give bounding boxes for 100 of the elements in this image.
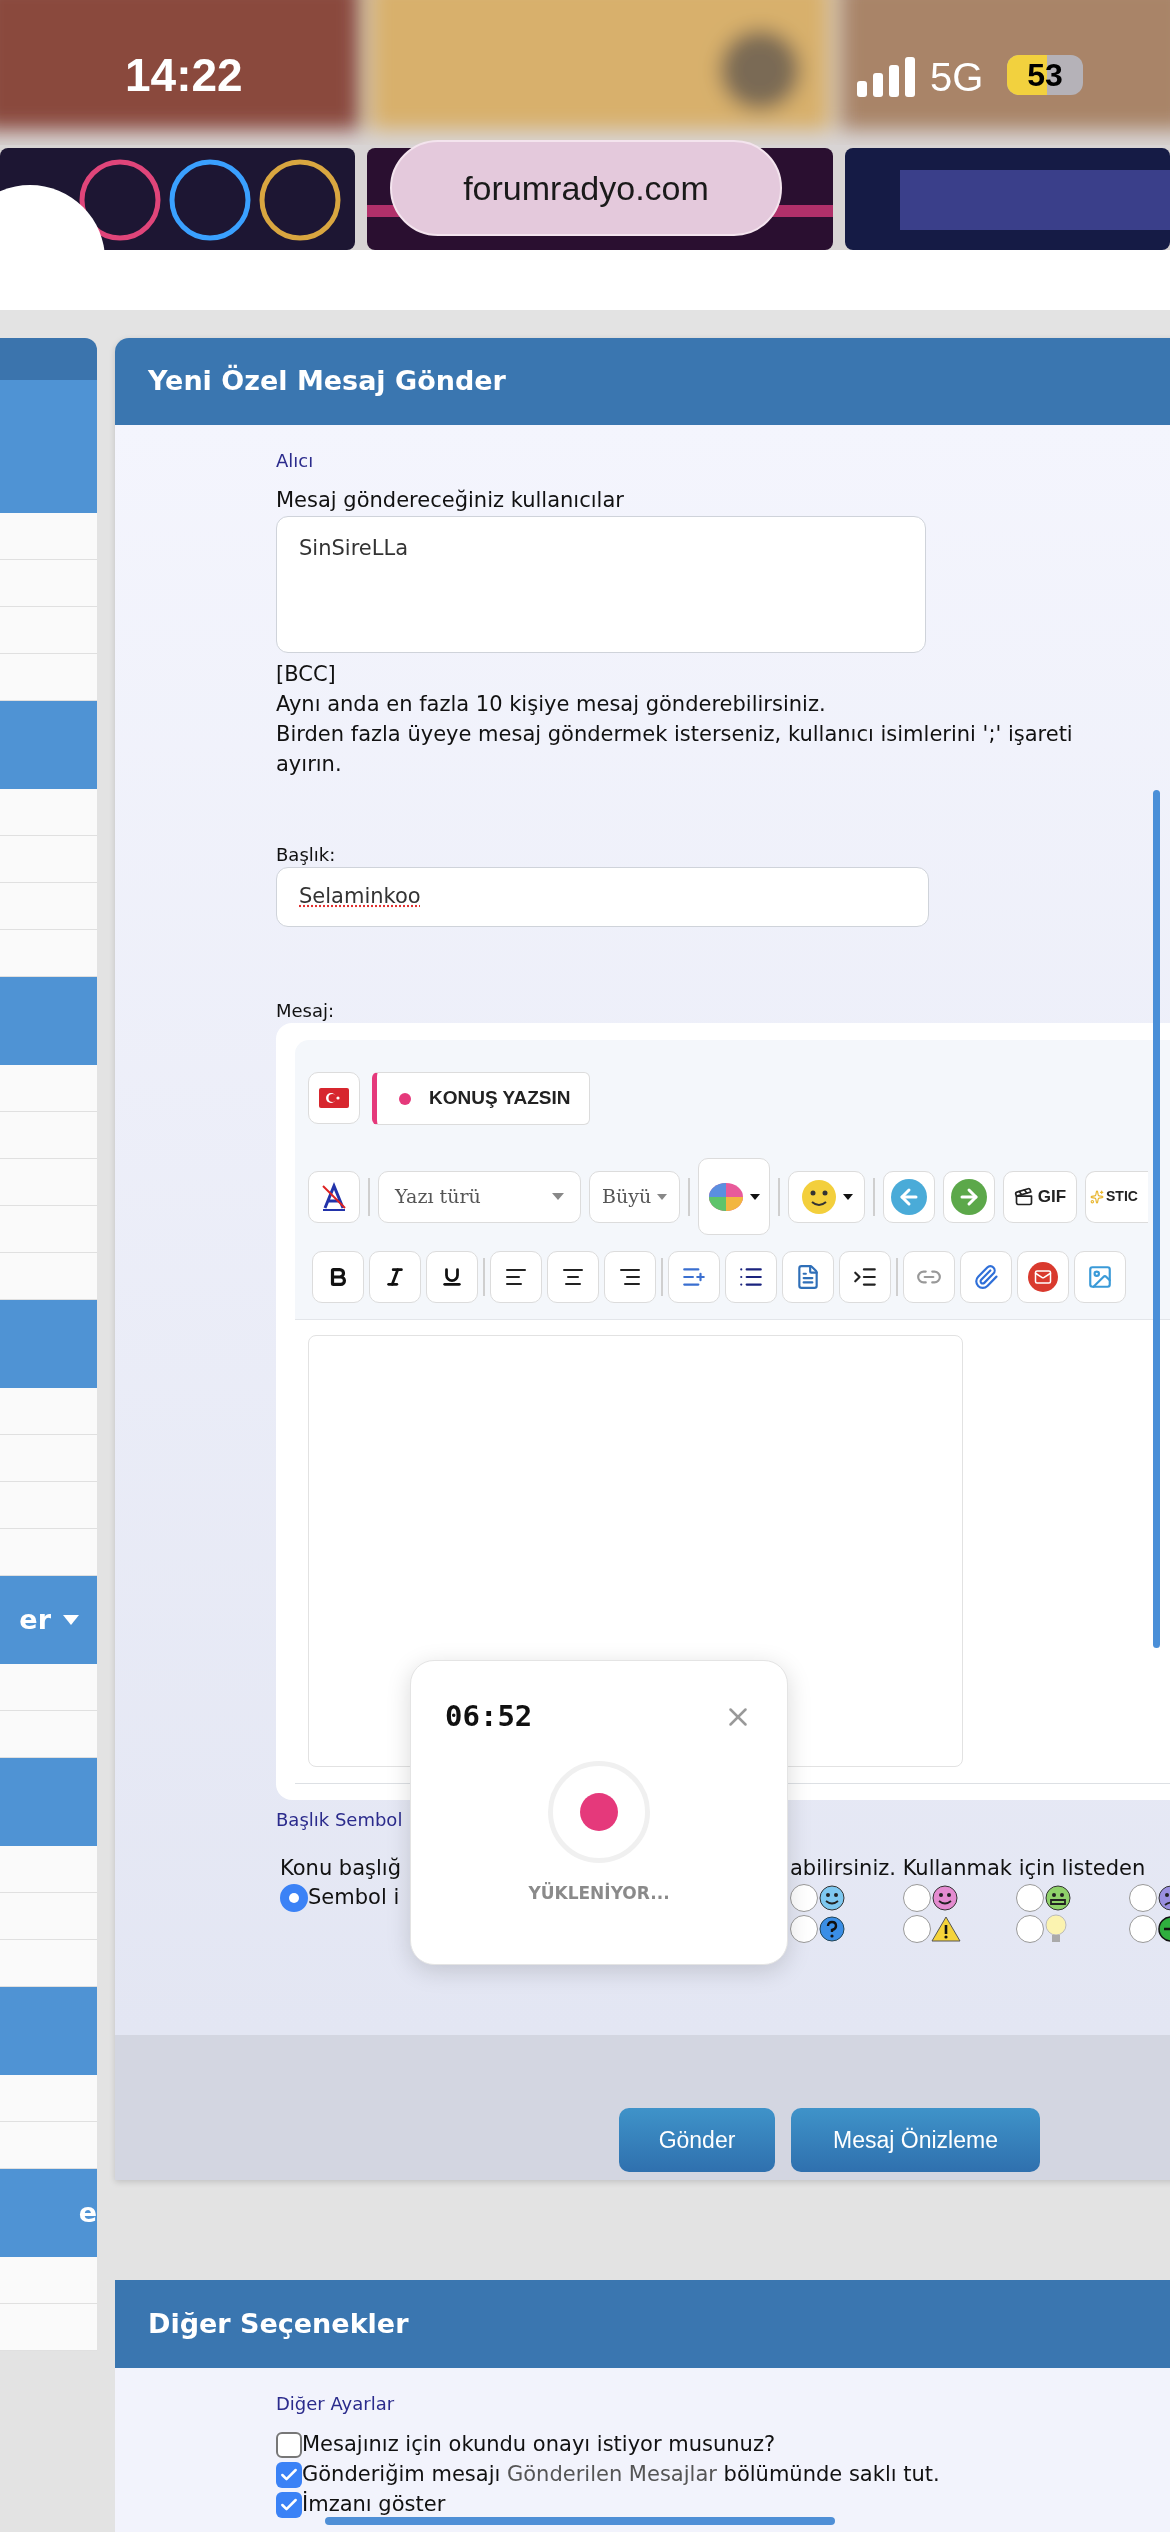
align-left-button[interactable]	[490, 1250, 542, 1303]
sidebar-row[interactable]	[0, 1253, 97, 1300]
color-picker-button[interactable]	[698, 1158, 770, 1235]
align-right-button[interactable]	[604, 1250, 656, 1303]
sidebar-row[interactable]	[0, 2122, 97, 2169]
forward-button[interactable]	[943, 1170, 995, 1223]
radio-button[interactable]	[1129, 1883, 1157, 1912]
caret-icon	[63, 1615, 79, 1625]
back-button[interactable]	[883, 1170, 935, 1223]
radio-button[interactable]	[1016, 1914, 1044, 1943]
radio-button[interactable]	[790, 1883, 818, 1912]
caret-icon	[552, 1193, 564, 1200]
size-select[interactable]: Büyü	[589, 1170, 680, 1223]
sidebar-row[interactable]	[0, 1112, 97, 1159]
radio-button[interactable]	[903, 1914, 931, 1943]
recording-timer: 06:52	[445, 1698, 533, 1735]
recipients-field[interactable]: SinSireLLa	[276, 516, 926, 653]
scrollbar[interactable]	[1153, 790, 1160, 1648]
loading-status: YÜKLENİYOR...	[528, 1881, 670, 1905]
help-text: ayırın.	[276, 751, 343, 778]
flag-button[interactable]	[308, 1072, 360, 1124]
link-button[interactable]	[903, 1250, 955, 1303]
checkbox[interactable]	[276, 2462, 302, 2488]
help-text: Aynı anda en fazla 10 kişiye mesaj gönderebilirsiniz.	[276, 691, 827, 718]
caret-icon	[842, 1193, 853, 1200]
sidebar-row[interactable]	[0, 654, 97, 701]
url-bar[interactable]: forumradyo.com	[390, 140, 782, 236]
status-time: 14:22	[125, 48, 243, 102]
sidebar-row[interactable]	[0, 2304, 97, 2351]
sidebar-row[interactable]	[0, 1159, 97, 1206]
sidebar-row[interactable]	[0, 1664, 97, 1711]
radio-button[interactable]	[790, 1914, 818, 1943]
submit-button[interactable]: Gönder	[619, 2108, 775, 2172]
network-label: 5G	[930, 54, 984, 100]
sticker-button[interactable]: STIC	[1085, 1170, 1148, 1223]
italic-button[interactable]	[369, 1250, 421, 1303]
record-indicator[interactable]	[548, 1760, 650, 1863]
section-label: Alıcı	[276, 449, 314, 473]
sidebar-row[interactable]	[0, 607, 97, 654]
radio-button[interactable]	[280, 1883, 308, 1912]
symbol-help-text: Konu başlığ	[279, 1855, 402, 1882]
image-button[interactable]	[1074, 1250, 1126, 1303]
underline-button[interactable]	[426, 1250, 478, 1303]
help-text: Birden fazla üyeye mesaj göndermek isterseniz, kullanıcı isimlerini ';' işareti	[276, 721, 1073, 748]
sidebar-row[interactable]	[0, 1482, 97, 1529]
numbered-list-button[interactable]	[668, 1250, 720, 1303]
sidebar-row[interactable]	[0, 560, 97, 607]
sidebar-row[interactable]	[0, 2257, 97, 2304]
panel-title: Yeni Özel Mesaj Gönder	[148, 363, 506, 399]
italic-icon	[384, 1265, 406, 1288]
section-label: Diğer Ayarlar	[276, 2392, 395, 2416]
checkbox[interactable]	[276, 2432, 302, 2458]
caret-icon	[657, 1193, 667, 1200]
sidebar-row[interactable]	[0, 1940, 97, 1987]
warning-icon	[931, 1914, 961, 1943]
sidebar-row[interactable]	[0, 1846, 97, 1893]
underline-icon	[441, 1265, 463, 1288]
submit-button[interactable]: Mesaj Önizleme	[791, 2108, 1040, 2172]
sidebar-row[interactable]	[0, 1893, 97, 1940]
sidebar-row[interactable]	[0, 1711, 97, 1758]
signal-icon	[857, 57, 915, 97]
sidebar-row[interactable]	[0, 1529, 97, 1576]
field-label: Başlık:	[276, 843, 336, 867]
attach-button[interactable]	[960, 1250, 1012, 1303]
smiley-icon	[931, 1883, 959, 1912]
mail-button[interactable]	[1017, 1250, 1069, 1303]
option-label: Mesajınız için okundu onayı istiyor musunuz?	[302, 2431, 776, 2459]
clear-format-button[interactable]	[308, 1170, 360, 1223]
sidebar-row[interactable]	[0, 1388, 97, 1435]
gif-button[interactable]: GIF	[1003, 1170, 1077, 1223]
radio-button[interactable]	[1129, 1914, 1157, 1943]
radio-button[interactable]	[1016, 1883, 1044, 1912]
option-label: İmzanı göster	[302, 2490, 446, 2519]
indent-button[interactable]	[839, 1250, 891, 1303]
checkbox[interactable]	[276, 2492, 302, 2518]
paperclip-icon	[973, 1263, 999, 1290]
sidebar-row[interactable]	[0, 513, 97, 560]
sidebar-row[interactable]	[0, 1435, 97, 1482]
smiley-icon	[1044, 1883, 1072, 1912]
sidebar-row[interactable]	[0, 930, 97, 977]
sidebar-row[interactable]	[0, 883, 97, 930]
voice-typing-button[interactable]: KONUŞ YAZSIN	[372, 1072, 590, 1125]
block-button[interactable]	[782, 1250, 834, 1303]
sidebar-row[interactable]	[0, 836, 97, 883]
subject-field[interactable]: Selaminkoo	[276, 867, 929, 927]
align-center-button[interactable]	[547, 1250, 599, 1303]
bold-button[interactable]	[312, 1250, 364, 1303]
clapperboard-icon	[1013, 1186, 1034, 1207]
bullet-list-button[interactable]	[725, 1250, 777, 1303]
sidebar-row[interactable]	[0, 1065, 97, 1112]
radio-button[interactable]	[903, 1883, 931, 1912]
sidebar-row[interactable]	[0, 789, 97, 836]
image-icon	[1087, 1263, 1113, 1290]
font-select[interactable]: Yazı türü	[378, 1170, 581, 1223]
emoji-button[interactable]	[788, 1170, 865, 1223]
sidebar-row[interactable]	[0, 2075, 97, 2122]
radio-label: Sembol i	[308, 1883, 400, 1911]
panel-title: Diğer Seçenekler	[148, 2306, 409, 2341]
sidebar-row[interactable]	[0, 1206, 97, 1253]
field-label: Mesaj:	[276, 999, 335, 1023]
